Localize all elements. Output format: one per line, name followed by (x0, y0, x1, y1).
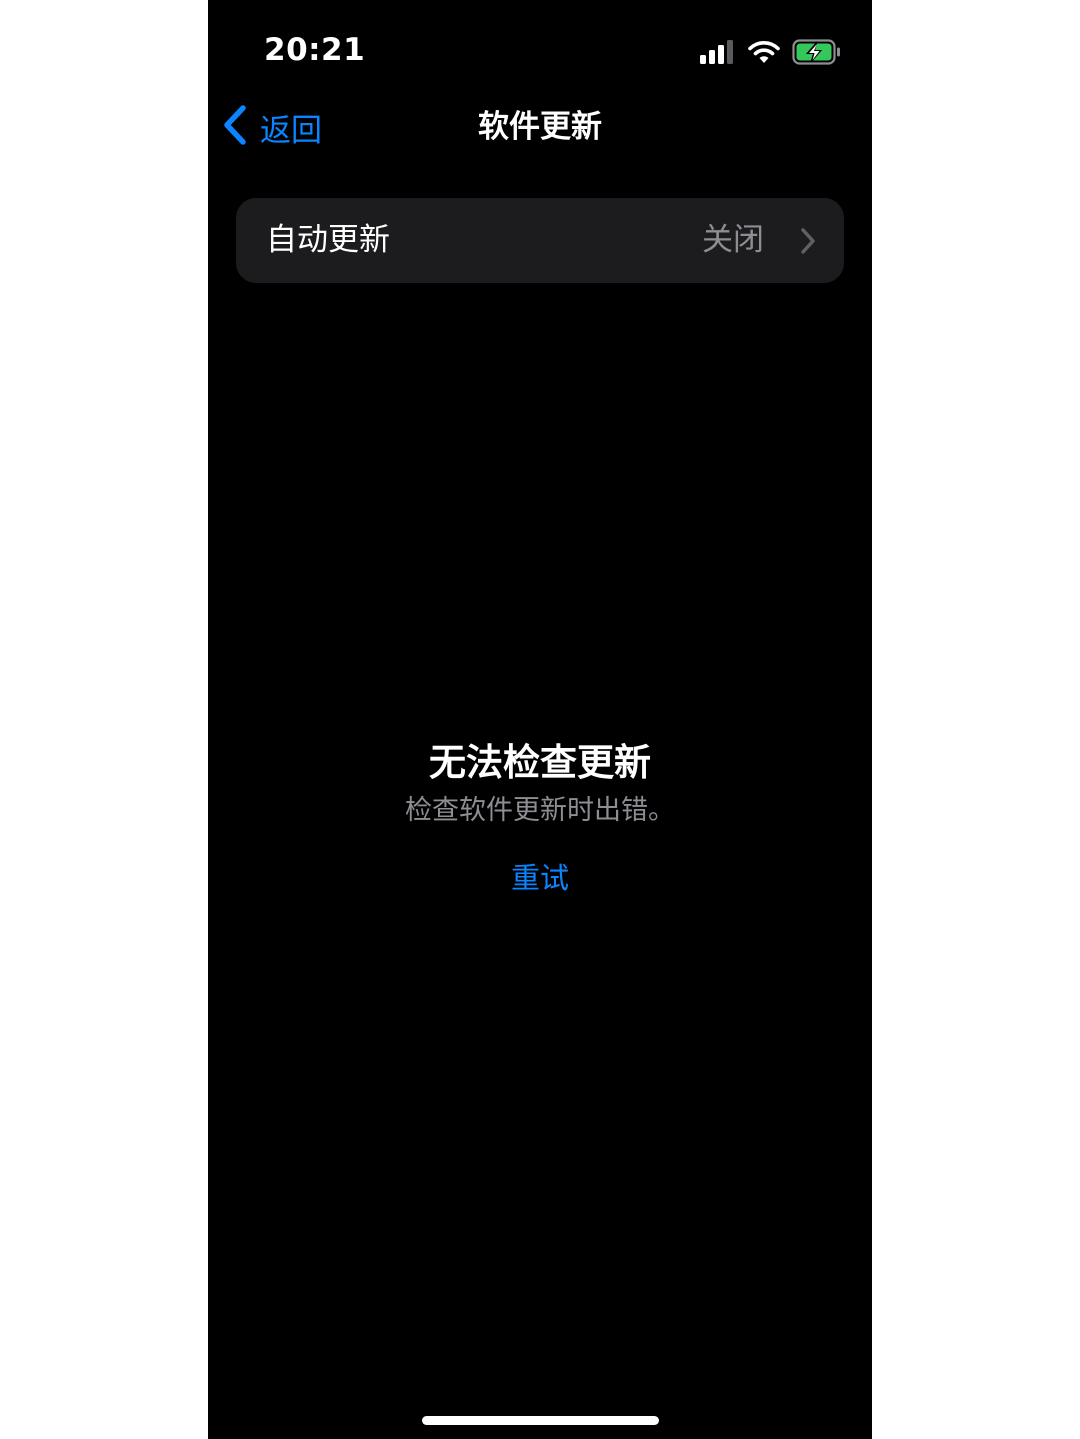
error-message: 检查软件更新时出错。 (405, 795, 675, 826)
status-icons (700, 38, 842, 66)
status-time: 20:21 (264, 32, 366, 68)
error-title: 无法检查更新 (429, 741, 651, 784)
cellular-signal-icon (700, 40, 736, 64)
home-indicator[interactable] (422, 1416, 659, 1425)
battery-charging-icon (792, 39, 842, 65)
retry-button[interactable]: 重试 (470, 856, 610, 900)
chevron-right-icon (800, 228, 816, 258)
page-title: 软件更新 (478, 109, 602, 145)
wifi-icon (748, 40, 780, 64)
phone-screen: 20:21 返回 软件更新 自动更新 关闭 无法检查更新 检查软件更新时出错。 … (208, 0, 872, 1439)
auto-update-label: 自动更新 (266, 222, 390, 258)
auto-update-row[interactable]: 自动更新 关闭 (236, 198, 844, 283)
settings-group: 自动更新 关闭 (236, 198, 844, 283)
auto-update-value: 关闭 (702, 222, 764, 258)
